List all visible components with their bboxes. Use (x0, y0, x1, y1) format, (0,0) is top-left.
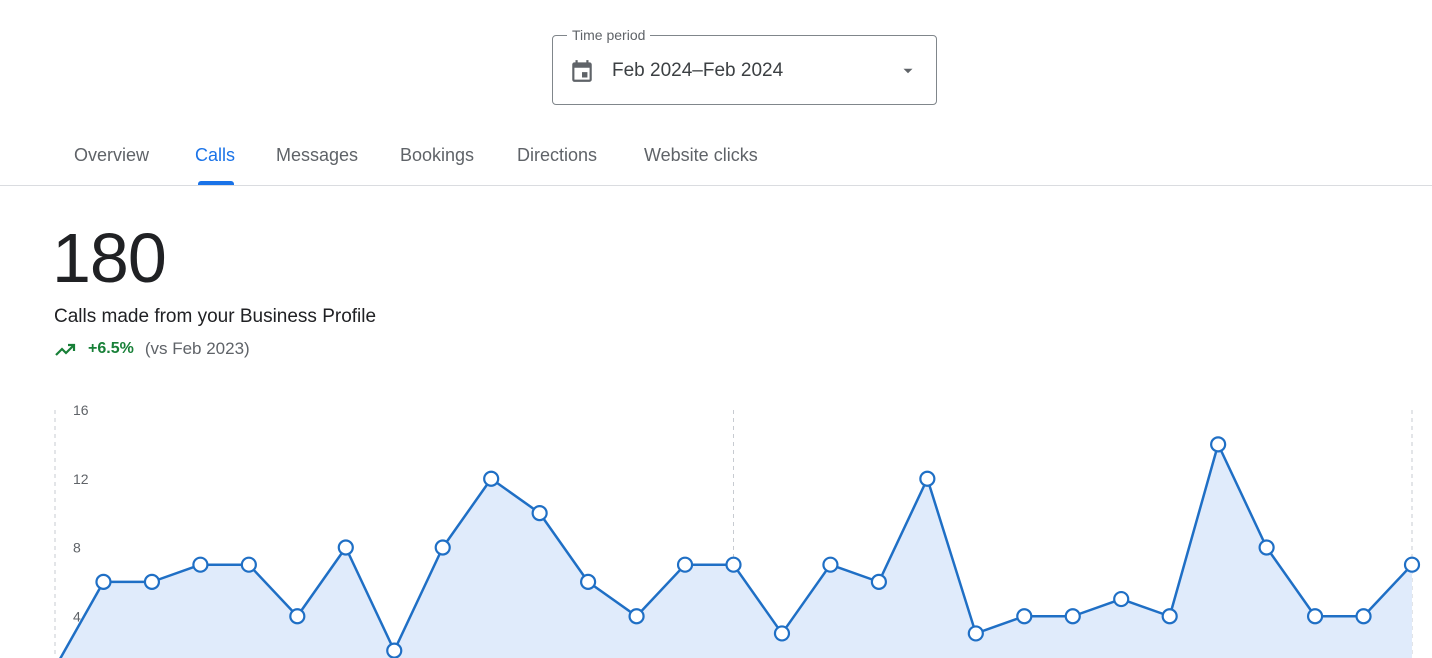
calls-chart: 4 8 12 16 (54, 402, 1421, 658)
tab-website-clicks[interactable]: Website clicks (644, 144, 758, 166)
metric-value: 180 (52, 219, 167, 297)
chart-point-5 (240, 556, 257, 573)
tab-directions[interactable]: Directions (517, 144, 597, 166)
chart-point-27 (1306, 608, 1324, 625)
chart-point-25 (1210, 436, 1227, 453)
chart-point-17 (822, 556, 839, 573)
arrow-drop-down-icon (903, 68, 913, 74)
chart-point-12 (580, 573, 597, 590)
tab-messages[interactable]: Messages (276, 144, 358, 166)
chart-point-20 (967, 625, 984, 642)
metric-tabs: Overview Calls Messages Bookings Directi… (0, 130, 1432, 186)
y-tick-label-12: 12 (73, 471, 89, 487)
chart-point-2 (95, 573, 112, 590)
chart-point-6 (289, 608, 306, 625)
chart-point-4 (192, 556, 209, 573)
chart-point-24 (1161, 608, 1178, 625)
chart-point-13 (628, 608, 645, 625)
y-tick-label-8: 8 (73, 540, 81, 556)
chart-point-3 (143, 573, 161, 590)
trend-summary: +6.5% (vs Feb 2023) (54, 338, 250, 360)
chart-point-8 (386, 642, 403, 658)
chart-point-21 (1016, 608, 1033, 625)
chart-point-28 (1355, 608, 1372, 625)
trend-comparison: (vs Feb 2023) (144, 339, 250, 358)
chart-point-7 (337, 539, 354, 556)
chart-point-22 (1064, 608, 1081, 625)
y-tick-label-16: 16 (73, 402, 89, 418)
chart-point-10 (483, 470, 500, 487)
y-tick-label-4: 4 (73, 608, 81, 624)
chart-point-18 (870, 573, 887, 590)
tab-overview[interactable]: Overview (74, 144, 149, 166)
trend-value: +6.5% (88, 340, 134, 357)
calls-performance-page: Time period Feb 2024–Feb 2024 Overview C… (0, 0, 1432, 658)
tab-bookings[interactable]: Bookings (400, 144, 474, 166)
chart-point-29 (1403, 556, 1421, 573)
chart-point-9 (434, 539, 451, 556)
chart-point-11 (531, 505, 548, 522)
chart-point-14 (676, 556, 694, 573)
time-period-select[interactable]: Time period Feb 2024–Feb 2024 (552, 26, 937, 105)
chart-point-23 (1113, 590, 1130, 608)
tab-calls[interactable]: Calls (195, 144, 235, 166)
chart-point-16 (773, 625, 791, 642)
time-period-label: Time period (567, 26, 651, 44)
metric-description: Calls made from your Business Profile (54, 306, 377, 327)
calendar-icon (572, 60, 592, 82)
chart-point-26 (1258, 539, 1275, 556)
active-tab-indicator (198, 181, 234, 185)
time-period-value: Feb 2024–Feb 2024 (612, 60, 784, 81)
trending-up-icon (55, 343, 76, 356)
chart-point-19 (919, 470, 936, 487)
chart-point-15 (725, 556, 742, 573)
